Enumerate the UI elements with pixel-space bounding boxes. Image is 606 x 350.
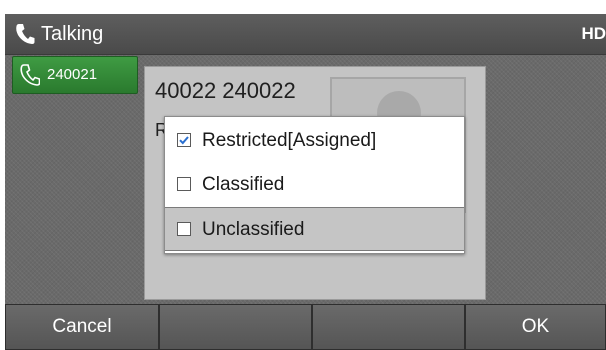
phone-screen: Talking HD 240021 40022 240022 R Restric…: [5, 14, 606, 350]
softkey-3[interactable]: [312, 304, 465, 350]
menu-item-classified[interactable]: Classified: [165, 163, 464, 207]
hd-audio-badge: HD: [581, 24, 606, 43]
softkey-2[interactable]: [159, 304, 312, 350]
checkbox-unchecked-icon[interactable]: [177, 222, 191, 236]
cancel-softkey[interactable]: Cancel: [5, 304, 159, 350]
menu-item-unclassified[interactable]: Unclassified: [165, 207, 464, 251]
phone-handset-icon: [20, 64, 41, 86]
menu-item-label: Classified: [202, 174, 285, 195]
security-classification-menu: Restricted[Assigned] Classified Unclassi…: [164, 116, 465, 254]
softkey-bar: Cancel OK: [5, 304, 606, 350]
call-status-title: Talking: [41, 23, 104, 45]
checkbox-checked-icon[interactable]: [177, 133, 191, 147]
line-key-240021[interactable]: 240021: [12, 56, 138, 94]
menu-item-label: Restricted[Assigned]: [202, 130, 377, 151]
menu-item-restricted[interactable]: Restricted[Assigned]: [165, 119, 464, 163]
checkbox-unchecked-icon[interactable]: [177, 177, 191, 191]
line-key-label: 240021: [47, 66, 98, 83]
status-bar: Talking HD: [5, 14, 606, 55]
menu-item-label: Unclassified: [202, 219, 305, 240]
phone-handset-icon: [15, 23, 35, 45]
ok-softkey[interactable]: OK: [465, 304, 606, 350]
caller-number: 40022 240022: [155, 78, 296, 103]
